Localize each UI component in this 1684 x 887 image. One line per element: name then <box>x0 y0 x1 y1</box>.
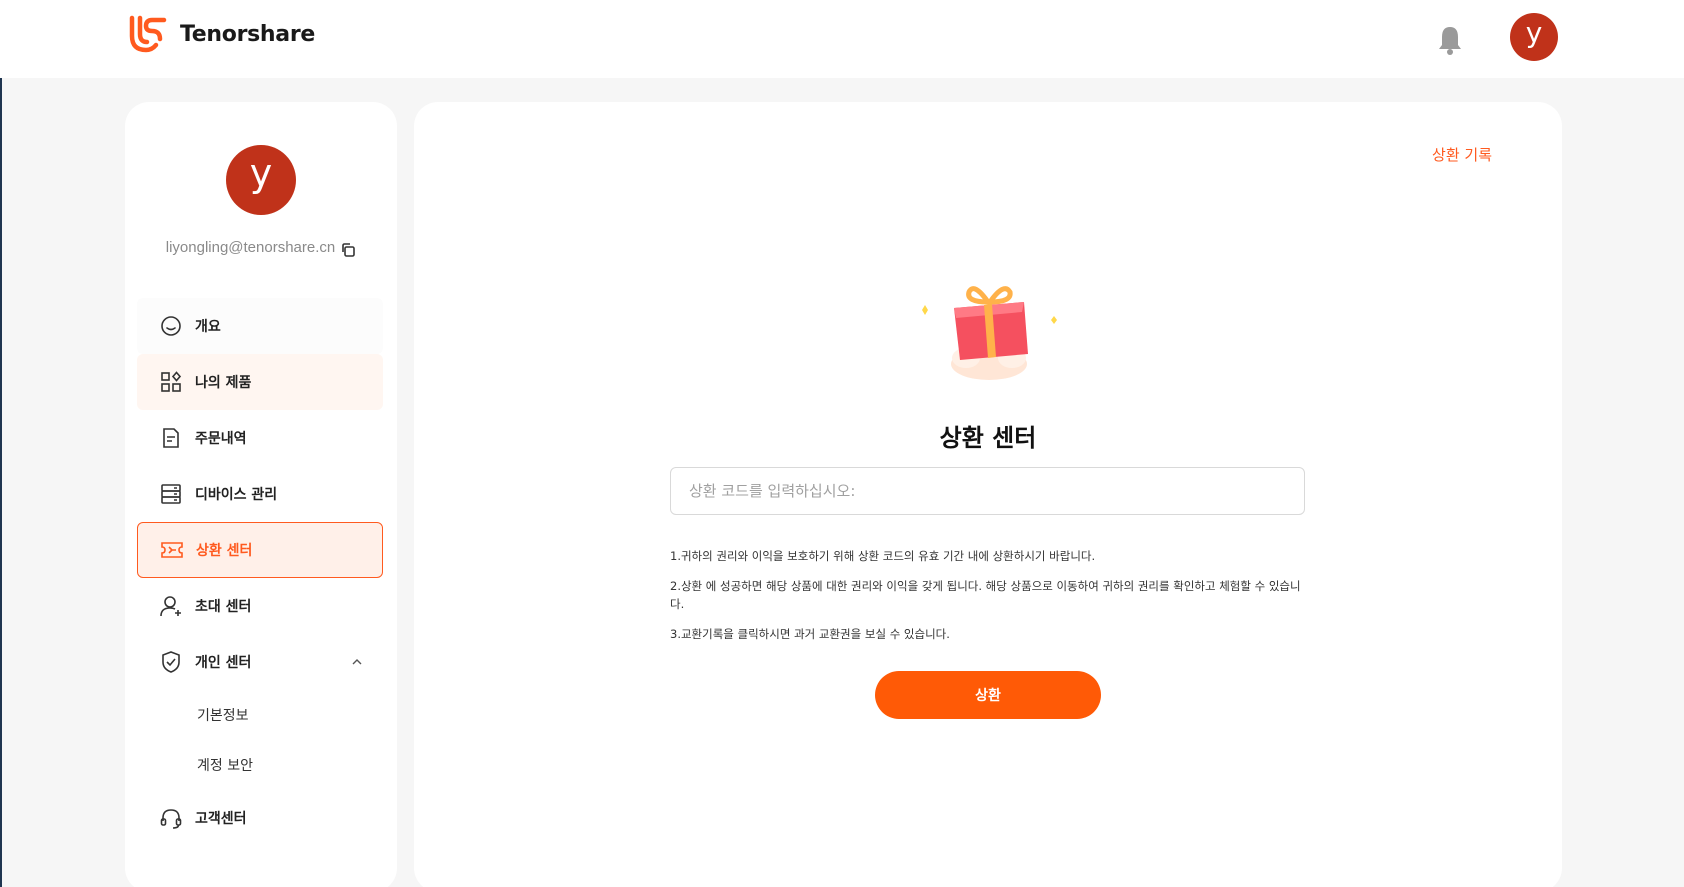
sidebar-item-invite-center[interactable]: 초대 센터 <box>137 578 383 634</box>
sidebar-item-devices[interactable]: 디바이스 관리 <box>137 466 383 522</box>
sidebar-item-redeem-center[interactable]: 상환 센터 <box>137 522 383 578</box>
headset-icon <box>160 809 182 829</box>
sidebar-item-label: 주문내역 <box>195 431 247 447</box>
sidebar-nav: 개요 나의 제품 주문내역 디바이스 관리 상환 센터 초대 센터 개인 센터 … <box>137 298 383 846</box>
tenorshare-logo-icon <box>129 15 167 53</box>
note-3: 3.교환기록을 클릭하시면 과거 교환권을 보실 수 있습니다. <box>670 627 950 641</box>
sidebar-subitem-label: 계정 보안 <box>197 758 253 774</box>
sidebar-item-label: 초대 센터 <box>195 599 252 615</box>
sidebar-item-label: 고객센터 <box>195 811 247 827</box>
sidebar-item-label: 개인 센터 <box>195 655 252 671</box>
smile-icon <box>161 316 181 336</box>
sidebar-item-orders[interactable]: 주문내역 <box>137 410 383 466</box>
user-add-icon <box>160 596 181 617</box>
sidebar-item-my-products[interactable]: 나의 제품 <box>137 354 383 410</box>
gift-in-hand-illustration <box>922 286 1057 380</box>
top-header: Tenorshare y <box>0 0 1684 78</box>
sidebar-item-overview[interactable]: 개요 <box>137 298 383 354</box>
redeem-button[interactable]: 상환 <box>875 671 1101 719</box>
sidebar-subitem-account-security[interactable]: 계정 보안 <box>137 740 383 790</box>
note-2: 2.상환 에 성공하면 해당 상품에 대한 권리와 이익을 갖게 됩니다. 해당… <box>670 579 1301 611</box>
ticket-icon <box>161 542 183 558</box>
sidebar-item-label: 나의 제품 <box>195 375 252 391</box>
window-edge <box>0 0 2 887</box>
sidebar-subitem-basic-info[interactable]: 기본정보 <box>137 690 383 740</box>
sidebar-item-personal-center[interactable]: 개인 센터 <box>137 634 383 690</box>
sidebar-subitem-label: 기본정보 <box>197 708 249 724</box>
email-row: liyongling@tenorshare.cn <box>125 236 397 258</box>
redeem-panel: 상환 기록 상환 센터 1.귀하의 권리와 이익을 보호하기 위해 상환 코드의… <box>414 102 1562 887</box>
copy-icon[interactable] <box>340 242 356 258</box>
sidebar-item-label: 디바이스 관리 <box>195 487 278 503</box>
sidebar: y liyongling@tenorshare.cn 개요 나의 제품 주문내역… <box>125 102 397 887</box>
sidebar-item-label: 개요 <box>195 319 221 335</box>
redeem-code-input[interactable] <box>670 467 1305 515</box>
profile-avatar: y <box>226 145 296 215</box>
redeem-history-link[interactable]: 상환 기록 <box>1432 144 1492 165</box>
apps-icon <box>161 371 182 392</box>
brand-logo[interactable]: Tenorshare <box>128 14 315 54</box>
page-title: 상환 센터 <box>939 424 1037 452</box>
sidebar-item-label: 상환 센터 <box>196 543 253 559</box>
shield-check-icon <box>162 651 180 673</box>
user-avatar[interactable]: y <box>1510 13 1558 61</box>
document-icon <box>163 428 179 448</box>
note-1: 1.귀하의 권리와 이익을 보호하기 위해 상환 코드의 유효 기간 내에 상환… <box>670 549 1096 563</box>
server-icon <box>161 484 181 504</box>
user-email: liyongling@tenorshare.cn <box>165 238 336 256</box>
sidebar-item-customer-center[interactable]: 고객센터 <box>137 790 383 846</box>
redeem-notes: 1.귀하의 권리와 이익을 보호하기 위해 상환 코드의 유효 기간 내에 상환… <box>670 547 1310 655</box>
chevron-up-icon[interactable] <box>351 656 363 668</box>
notification-bell-icon[interactable] <box>1436 24 1464 56</box>
brand-name: Tenorshare <box>180 21 316 47</box>
